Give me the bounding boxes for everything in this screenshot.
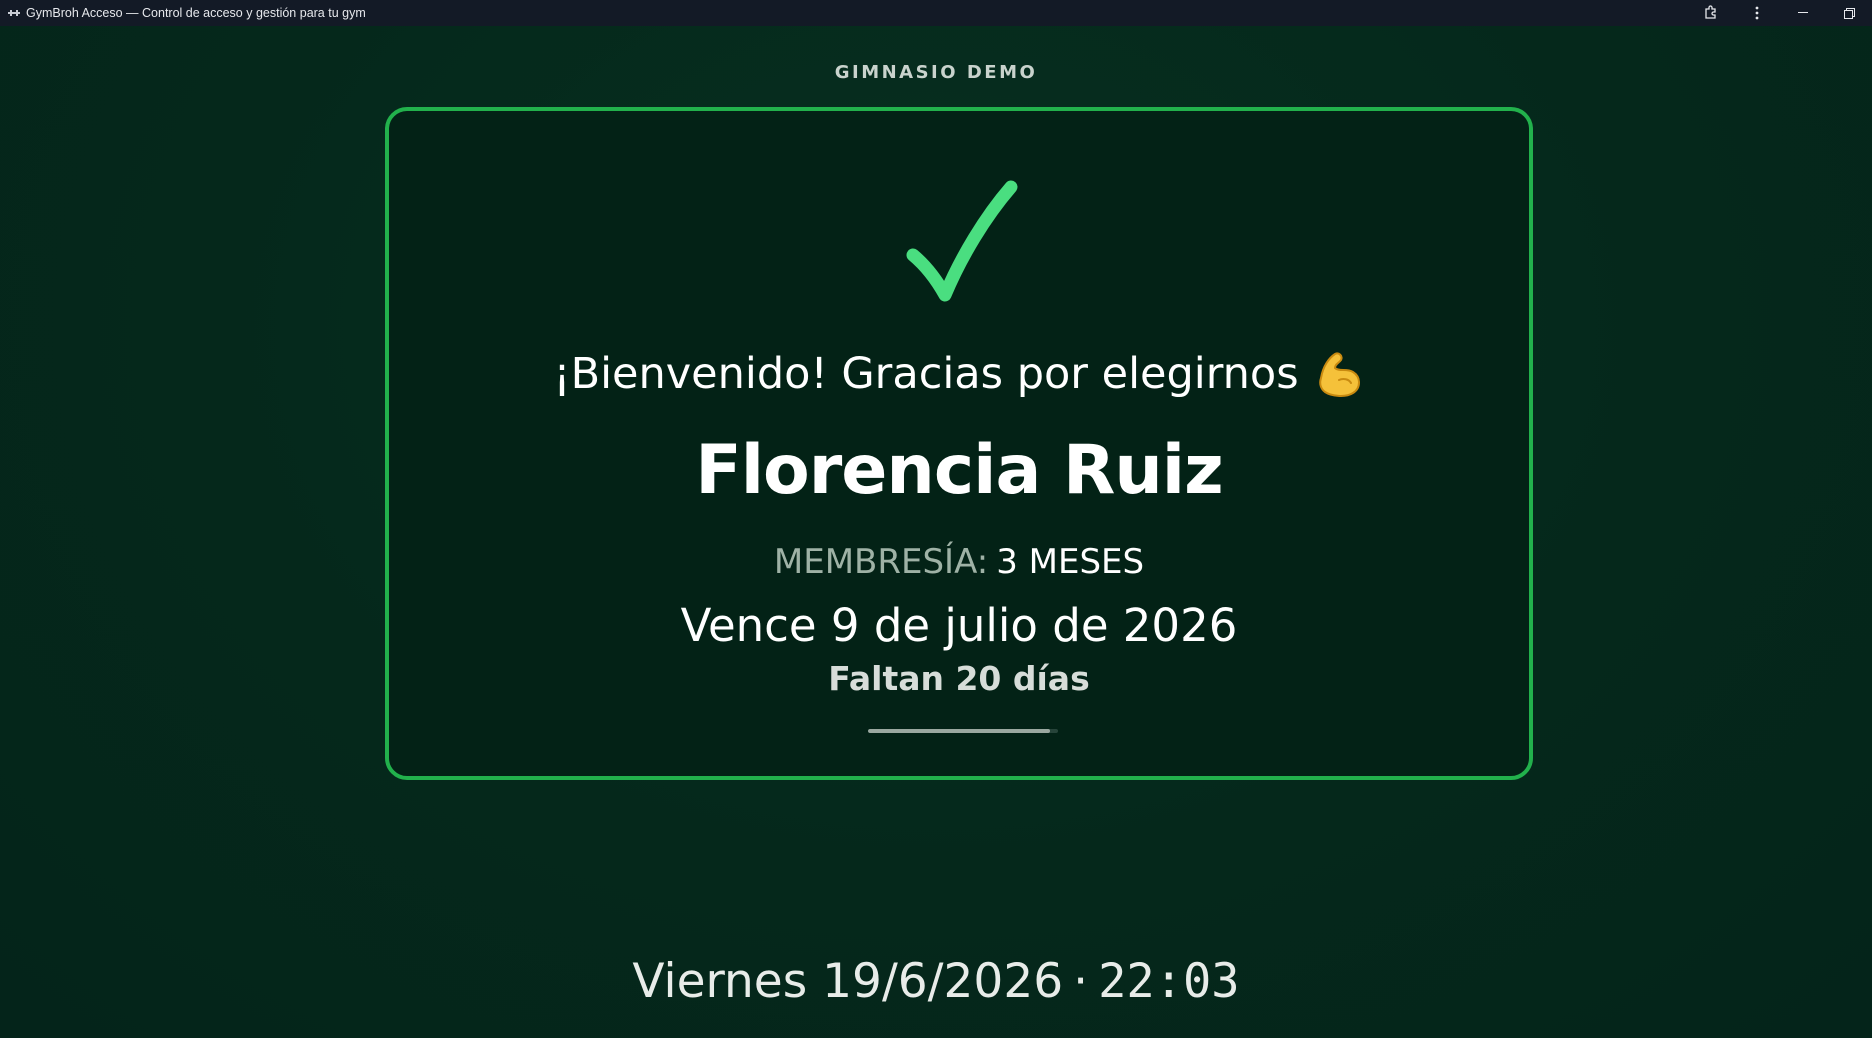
more-options-icon[interactable] — [1734, 0, 1780, 26]
expiration-date: Vence 9 de julio de 2026 — [680, 599, 1238, 652]
auto-dismiss-progress-fill — [868, 729, 1051, 733]
access-screen: GIMNASIO DEMO ¡Bienvenido! Gracias por e… — [0, 26, 1872, 1038]
membership-value: 3 MESES — [996, 542, 1145, 582]
auto-dismiss-progress — [868, 729, 1058, 733]
window-controls — [1688, 0, 1872, 26]
minimize-icon[interactable] — [1780, 0, 1826, 26]
current-datetime: Viernes 19/6/2026 · 22:03 — [0, 954, 1872, 1009]
welcome-text: ¡Bienvenido! Gracias por elegirnos — [553, 349, 1299, 399]
current-date: Viernes 19/6/2026 — [632, 954, 1064, 1009]
welcome-message: ¡Bienvenido! Gracias por elegirnos — [389, 348, 1529, 400]
checkmark-icon — [389, 177, 1529, 307]
datetime-separator: · — [1073, 954, 1089, 1009]
access-result-card: ¡Bienvenido! Gracias por elegirnos Flore… — [385, 107, 1533, 780]
extensions-icon[interactable] — [1688, 0, 1734, 26]
flexed-biceps-icon — [1313, 348, 1365, 400]
membership-label: MEMBRESÍA: — [773, 542, 989, 582]
restore-icon[interactable] — [1826, 0, 1872, 26]
gym-name: GIMNASIO DEMO — [834, 62, 1038, 83]
member-name: Florencia Ruiz — [695, 431, 1223, 510]
membership-line: MEMBRESÍA: 3 MESES — [389, 542, 1529, 582]
days-remaining: Faltan 20 días — [828, 659, 1090, 698]
current-time: 22:03 — [1098, 954, 1240, 1009]
window-titlebar: GymBroh Acceso — Control de acceso y ges… — [0, 0, 1872, 26]
window-title: GymBroh Acceso — Control de acceso y ges… — [26, 6, 366, 20]
app-icon — [8, 8, 20, 18]
